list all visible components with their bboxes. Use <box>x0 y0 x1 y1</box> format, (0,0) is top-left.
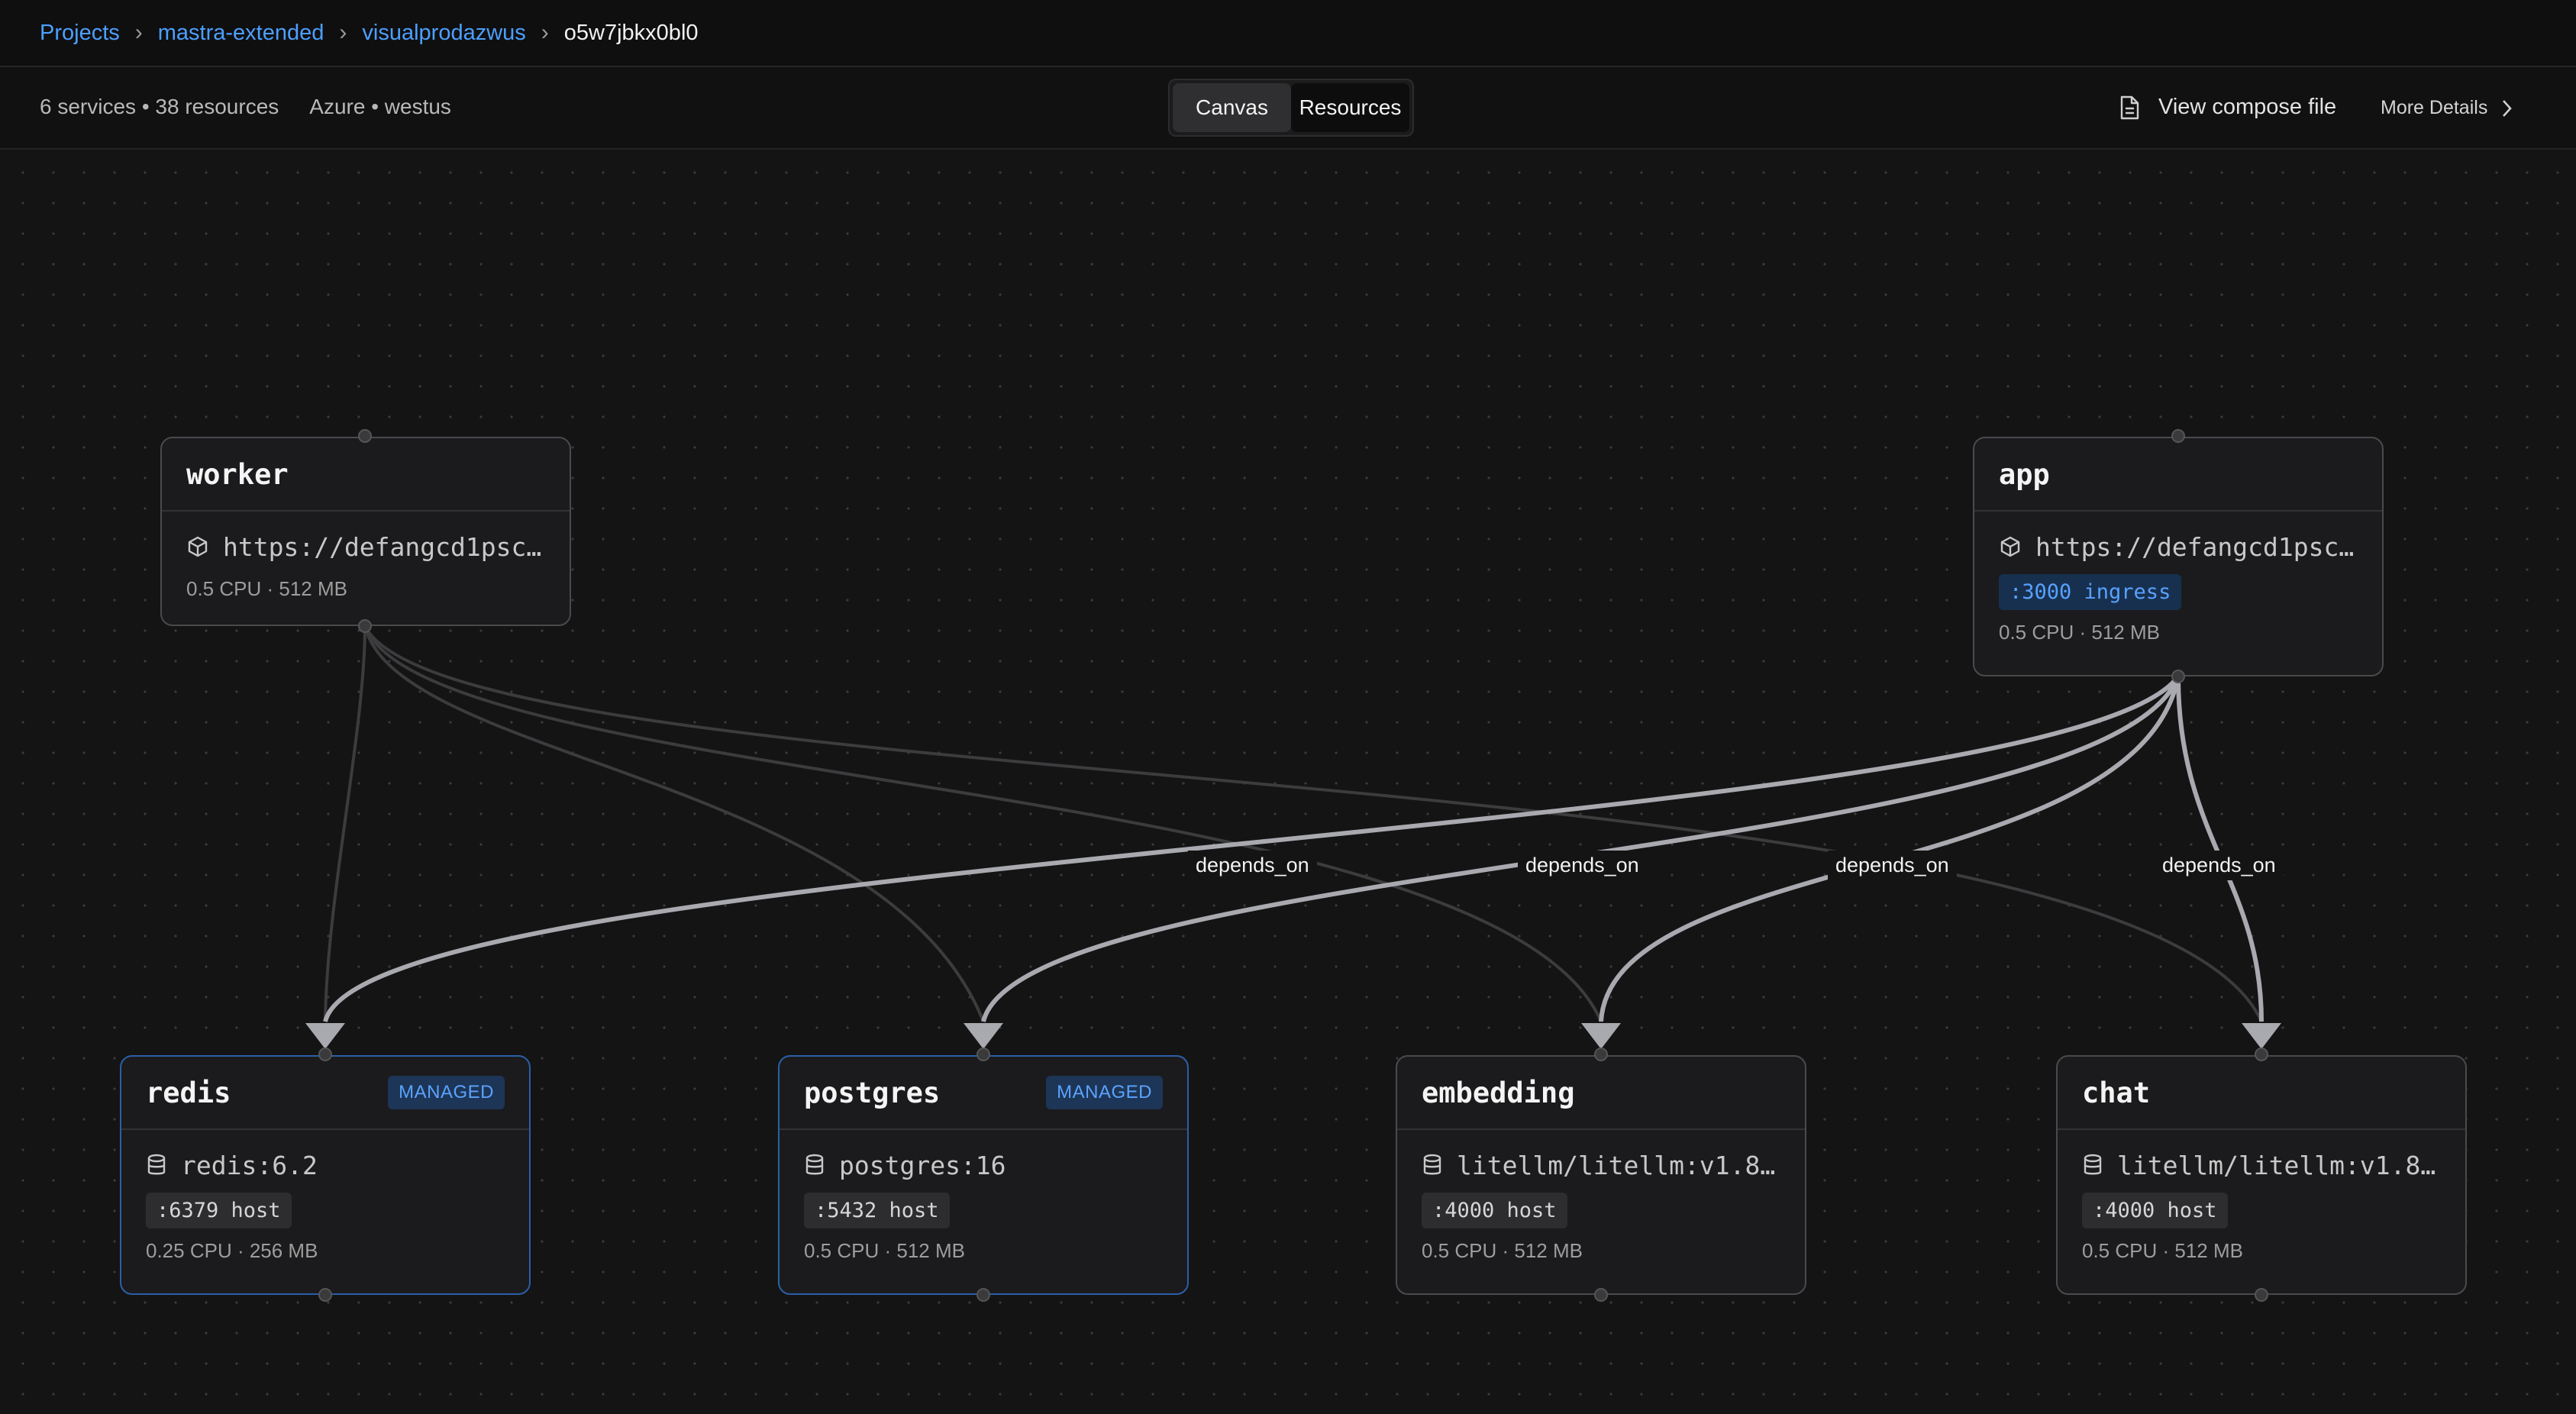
service-node-app[interactable]: app https://defangcd1psc… :3000 ingress … <box>1973 437 2384 676</box>
node-handle[interactable] <box>976 1048 990 1061</box>
database-icon <box>2084 1154 2102 1175</box>
chevron-right-icon <box>2503 99 2513 117</box>
service-name: embedding <box>1422 1076 1575 1109</box>
chevron-right-icon: › <box>339 20 347 45</box>
breadcrumb-project[interactable]: mastra-extended <box>158 21 324 46</box>
node-handle[interactable] <box>2171 670 2185 683</box>
more-details-label: More Details <box>2381 97 2488 118</box>
deployment-summary: 6 services • 38 resources Azure • westus <box>40 95 451 119</box>
node-handle[interactable] <box>2171 429 2185 443</box>
view-compose-file-label: View compose file <box>2158 95 2337 119</box>
arrowhead-chat <box>2242 1023 2281 1049</box>
service-node-chat[interactable]: chat litellm/litellm:v1.8… :4000 host 0.… <box>2056 1055 2467 1295</box>
managed-badge: MANAGED <box>1046 1076 1163 1109</box>
port-badge: :5432 host <box>804 1193 950 1228</box>
database-icon <box>147 1154 166 1175</box>
node-handle[interactable] <box>318 1288 332 1302</box>
port-badge: :4000 host <box>1422 1193 1567 1228</box>
chevron-right-icon: › <box>541 20 549 45</box>
service-image: redis:6.2 <box>181 1150 318 1180</box>
service-resources: 0.5 CPU · 512 MB <box>186 577 347 600</box>
port-badge: :4000 host <box>2082 1193 2228 1228</box>
service-resources: 0.5 CPU · 512 MB <box>1999 621 2160 644</box>
node-handle[interactable] <box>358 429 372 443</box>
cube-icon <box>188 536 208 557</box>
port-badge: :3000 ingress <box>1999 574 2182 610</box>
service-image: litellm/litellm:v1.8… <box>2117 1150 2436 1180</box>
more-details-button[interactable]: More Details <box>2381 97 2513 119</box>
database-icon <box>805 1154 824 1175</box>
service-url[interactable]: https://defangcd1psc… <box>2035 532 2354 562</box>
service-resources: 0.5 CPU · 512 MB <box>804 1239 965 1262</box>
breadcrumb-current: o5w7jbkx0bl0 <box>563 20 699 45</box>
chevron-right-icon: › <box>134 20 143 45</box>
view-toggle: Canvas Resources <box>1168 79 1414 137</box>
toolbar: 6 services • 38 resources Azure • westus… <box>0 67 2576 150</box>
arrowhead-postgres <box>964 1023 1003 1049</box>
view-compose-file-button[interactable]: View compose file <box>2119 95 2336 120</box>
cube-icon <box>2000 536 2020 557</box>
edge-worker-redis <box>324 625 366 1022</box>
service-name: postgres <box>804 1076 941 1109</box>
service-node-postgres[interactable]: postgres MANAGED postgres:16 :5432 host … <box>778 1055 1189 1295</box>
managed-badge: MANAGED <box>388 1076 505 1109</box>
edge-app-postgres <box>981 675 2181 1022</box>
database-icon <box>1423 1154 1441 1175</box>
service-canvas[interactable]: depends_on depends_on depends_on depends… <box>0 150 2576 1414</box>
service-resources: 0.5 CPU · 512 MB <box>1422 1239 1583 1262</box>
edge-app-redis <box>323 675 2181 1022</box>
service-node-redis[interactable]: redis MANAGED redis:6.2 :6379 host 0.25 … <box>120 1055 531 1295</box>
edge-worker-chat <box>363 625 2263 1022</box>
service-node-worker[interactable]: worker https://defangcd1psc… 0.5 CPU · 5… <box>160 437 571 626</box>
edge-label-app-embedding: depends_on <box>1828 851 1957 880</box>
breadcrumb-stack[interactable]: visualprodazwus <box>362 21 525 46</box>
node-handle[interactable] <box>2255 1288 2268 1302</box>
service-node-embedding[interactable]: embedding litellm/litellm:v1.8… :4000 ho… <box>1396 1055 1806 1295</box>
breadcrumb: Projects › mastra-extended › visualproda… <box>0 0 2576 67</box>
node-handle[interactable] <box>2255 1048 2268 1061</box>
edge-app-embedding <box>1599 676 2181 1022</box>
breadcrumb-projects[interactable]: Projects <box>40 21 120 46</box>
edge-app-chat <box>2176 676 2264 1022</box>
cloud-region: Azure • westus <box>309 95 451 118</box>
node-handle[interactable] <box>976 1288 990 1302</box>
service-url[interactable]: https://defangcd1psc… <box>223 532 541 562</box>
tab-canvas[interactable]: Canvas <box>1173 83 1291 132</box>
service-image: litellm/litellm:v1.8… <box>1457 1150 1776 1180</box>
node-handle[interactable] <box>1594 1288 1608 1302</box>
service-name: redis <box>146 1076 231 1109</box>
edge-worker-postgres <box>363 625 985 1022</box>
edge-label-app-redis: depends_on <box>1188 851 1317 880</box>
service-resources: 0.5 CPU · 512 MB <box>2082 1239 2243 1262</box>
arrowhead-redis <box>305 1023 345 1049</box>
tab-resources[interactable]: Resources <box>1291 83 1409 132</box>
edge-label-app-chat: depends_on <box>2155 851 2284 880</box>
node-handle[interactable] <box>1594 1048 1608 1061</box>
edge-label-app-postgres: depends_on <box>1518 851 1647 880</box>
node-handle[interactable] <box>358 619 372 633</box>
service-image: postgres:16 <box>839 1150 1006 1180</box>
port-badge: :6379 host <box>146 1193 292 1228</box>
arrowhead-embedding <box>1581 1023 1621 1049</box>
service-resource-counts: 6 services • 38 resources <box>40 95 279 118</box>
node-handle[interactable] <box>318 1048 332 1061</box>
service-name: app <box>1999 457 2050 491</box>
service-resources: 0.25 CPU · 256 MB <box>146 1239 318 1262</box>
service-name: chat <box>2082 1076 2151 1109</box>
service-name: worker <box>186 457 289 491</box>
file-icon <box>2120 95 2139 119</box>
